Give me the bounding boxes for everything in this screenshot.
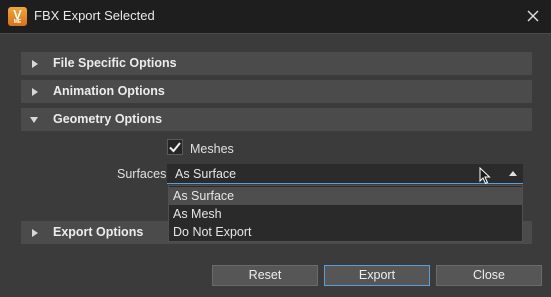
section-label: Geometry Options [53,112,163,126]
window-title: FBX Export Selected [34,8,155,23]
section-geometry-options[interactable]: Geometry Options [21,108,532,131]
surfaces-label: Surfaces [117,167,167,181]
section-label: Export Options [53,225,144,239]
meshes-checkbox[interactable] [167,139,183,155]
chevron-down-icon [30,117,38,123]
title-bar: V ME FBX Export Selected [0,0,551,33]
surfaces-combobox[interactable]: As Surface [167,164,523,184]
option-do-not-export[interactable]: Do Not Export [169,223,522,241]
chevron-right-icon [32,60,38,68]
reset-button[interactable]: Reset [212,265,318,286]
close-icon[interactable] [523,6,543,26]
meshes-label: Meshes [190,142,234,156]
option-as-mesh[interactable]: As Mesh [169,205,522,223]
app-icon: V ME [8,7,27,26]
app-icon-sub: ME [13,19,22,25]
surfaces-value: As Surface [175,167,237,181]
option-as-surface[interactable]: As Surface [169,187,522,205]
surfaces-dropdown-list: As Surface As Mesh Do Not Export [168,185,523,242]
section-label: File Specific Options [53,56,177,70]
close-button[interactable]: Close [436,265,542,286]
section-animation-options[interactable]: Animation Options [21,80,532,103]
section-label: Animation Options [53,84,165,98]
chevron-up-icon [509,171,517,176]
export-button[interactable]: Export [324,265,430,286]
section-file-specific-options[interactable]: File Specific Options [21,52,532,75]
checkmark-icon [169,142,181,153]
mouse-cursor-icon [479,166,491,188]
chevron-right-icon [32,229,38,237]
chevron-right-icon [32,88,38,96]
